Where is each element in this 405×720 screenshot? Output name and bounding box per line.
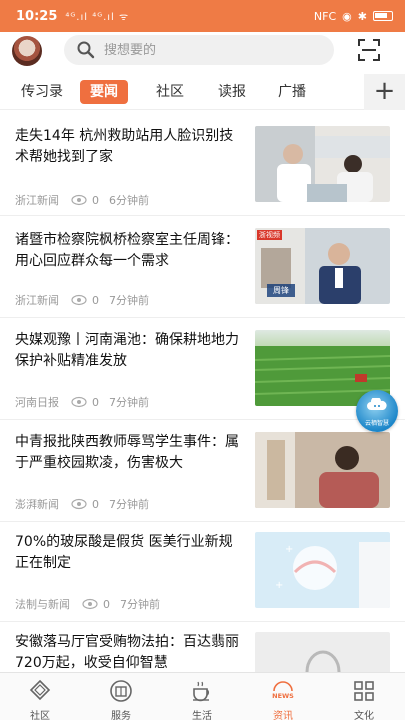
- search-row: [0, 32, 405, 70]
- svg-text:+: +: [275, 580, 283, 591]
- status-time: 10:25: [16, 8, 58, 24]
- tab-yaowen[interactable]: 要闻: [80, 80, 128, 104]
- eye-icon: [71, 396, 87, 408]
- tab-dubao[interactable]: 读报: [218, 80, 246, 104]
- floating-assistant-button[interactable]: 云栖智慧: [356, 390, 398, 432]
- news-title: 中青报批陕西教师辱骂学生事件：属于严重校园欺凌，伤害极大: [15, 434, 239, 471]
- news-thumbnail: [255, 126, 390, 202]
- news-item[interactable]: 中青报批陕西教师辱骂学生事件：属于严重校园欺凌，伤害极大 澎湃新闻 0 7分钟前: [0, 420, 405, 522]
- search-icon: [77, 41, 95, 59]
- eye-icon: [71, 498, 87, 510]
- cloud-icon: [367, 398, 387, 410]
- news-title: 70%的玻尿酸是假货 医美行业新规正在制定: [15, 534, 233, 571]
- nav-label: 文化: [354, 711, 374, 720]
- eye-icon: [82, 598, 98, 610]
- news-title: 安徽落马厅官受贿物法拍：百达翡丽720万起，收受自仰智慧: [15, 634, 239, 671]
- news-time: 7分钟前: [109, 498, 149, 511]
- news-meta: 澎湃新闻 0 7分钟前: [15, 496, 149, 512]
- news-item[interactable]: 70%的玻尿酸是假货 医美行业新规正在制定 法制与新闻 0 7分钟前 + +: [0, 522, 405, 622]
- nav-label: 资讯: [273, 711, 293, 720]
- nav-item-fuwu[interactable]: 服务: [86, 673, 156, 720]
- eye-icon: [71, 194, 87, 206]
- eye-icon: [71, 294, 87, 306]
- news-title: 央媒观豫丨河南渑池：确保耕地地力保护补贴精准发放: [15, 332, 239, 369]
- news-title: 走失14年 杭州救助站用人脸识别技术帮她找到了家: [15, 128, 234, 165]
- add-tab-button[interactable]: +: [364, 74, 405, 110]
- news-item[interactable]: 安徽落马厅官受贿物法拍：百达翡丽720万起，收受自仰智慧: [0, 622, 405, 672]
- nav-label: 生活: [192, 711, 212, 720]
- news-meta: 浙江新闻 0 7分钟前: [15, 292, 149, 308]
- news-feed[interactable]: 走失14年 杭州救助站用人脸识别技术帮她找到了家 浙江新闻 0 6分钟前 诸暨市…: [0, 112, 405, 672]
- search-input[interactable]: [104, 42, 324, 58]
- tab-shequ[interactable]: 社区: [156, 80, 184, 104]
- news-item[interactable]: 诸暨市检察院枫桥检察室主任周锋：用心回应群众每一个需求 浙江新闻 0 7分钟前 …: [0, 216, 405, 318]
- floating-button-label: 云栖智慧: [364, 420, 389, 427]
- search-box[interactable]: [64, 35, 334, 65]
- news-source: 河南日报: [15, 396, 59, 409]
- category-tabs: 传习录 要闻 社区 读报 广播 +: [0, 74, 405, 110]
- signal-icons: ⁴ᴳ.ıl ⁴ᴳ.ıl ᯤ: [65, 12, 130, 23]
- community-icon: [29, 679, 51, 701]
- news-thumbnail: + +: [255, 532, 390, 608]
- nav-item-zixun[interactable]: NEWS 资讯: [248, 673, 318, 720]
- nav-item-shenghuo[interactable]: 生活: [167, 673, 237, 720]
- news-views: 0: [103, 597, 110, 611]
- tab-chuanxilu[interactable]: 传习录: [21, 80, 63, 104]
- grid-icon: [354, 681, 374, 701]
- avatar[interactable]: [12, 36, 42, 66]
- tab-guangbo[interactable]: 广播: [278, 80, 306, 104]
- news-item[interactable]: 走失14年 杭州救助站用人脸识别技术帮她找到了家 浙江新闻 0 6分钟前: [0, 112, 405, 216]
- video-tag: 浙视频: [257, 230, 282, 240]
- news-source: 澎湃新闻: [15, 498, 59, 511]
- news-views: 0: [92, 497, 99, 511]
- svg-text:+: +: [285, 544, 293, 555]
- news-source: 浙江新闻: [15, 294, 59, 307]
- news-icon: NEWS: [272, 681, 294, 700]
- thumbnail-caption: 周锋: [267, 284, 295, 297]
- nav-label: 社区: [30, 711, 50, 720]
- news-thumbnail: 浙视频 周锋: [255, 228, 390, 304]
- coffee-cup-icon: [193, 681, 209, 702]
- news-item[interactable]: 央媒观豫丨河南渑池：确保耕地地力保护补贴精准发放 河南日报 0 7分钟前: [0, 318, 405, 420]
- location-icon: ◉: [342, 9, 352, 23]
- news-meta: 浙江新闻 0 6分钟前: [15, 192, 149, 208]
- scan-icon[interactable]: [357, 38, 381, 62]
- news-meta: 河南日报 0 7分钟前: [15, 394, 149, 410]
- news-badge-text: NEWS: [272, 692, 294, 700]
- news-meta: 法制与新闻 0 7分钟前: [15, 596, 160, 612]
- bottom-navigation: 社区 服务 生活 NEWS 资讯 文化: [0, 672, 405, 720]
- news-source: 浙江新闻: [15, 194, 59, 207]
- bluetooth-icon: ✱: [357, 9, 367, 23]
- news-time: 6分钟前: [109, 194, 149, 207]
- nav-item-shequ[interactable]: 社区: [5, 673, 75, 720]
- news-source: 法制与新闻: [15, 598, 70, 611]
- news-time: 7分钟前: [109, 396, 149, 409]
- nav-item-wenhua[interactable]: 文化: [329, 673, 399, 720]
- nfc-icon: NFC: [313, 9, 337, 23]
- status-right: NFC ◉ ✱: [314, 10, 393, 23]
- news-time: 7分钟前: [120, 598, 160, 611]
- news-views: 0: [92, 395, 99, 409]
- battery-icon: [373, 11, 393, 21]
- news-thumbnail: [255, 632, 390, 672]
- news-title: 诸暨市检察院枫桥检察室主任周锋：用心回应群众每一个需求: [15, 232, 239, 269]
- status-bar: 10:25 ⁴ᴳ.ıl ⁴ᴳ.ıl ᯤ NFC ◉ ✱: [0, 0, 405, 32]
- news-views: 0: [92, 293, 99, 307]
- news-views: 0: [92, 193, 99, 207]
- service-icon: [110, 680, 132, 702]
- news-time: 7分钟前: [109, 294, 149, 307]
- news-thumbnail: [255, 432, 390, 508]
- nav-label: 服务: [111, 711, 131, 720]
